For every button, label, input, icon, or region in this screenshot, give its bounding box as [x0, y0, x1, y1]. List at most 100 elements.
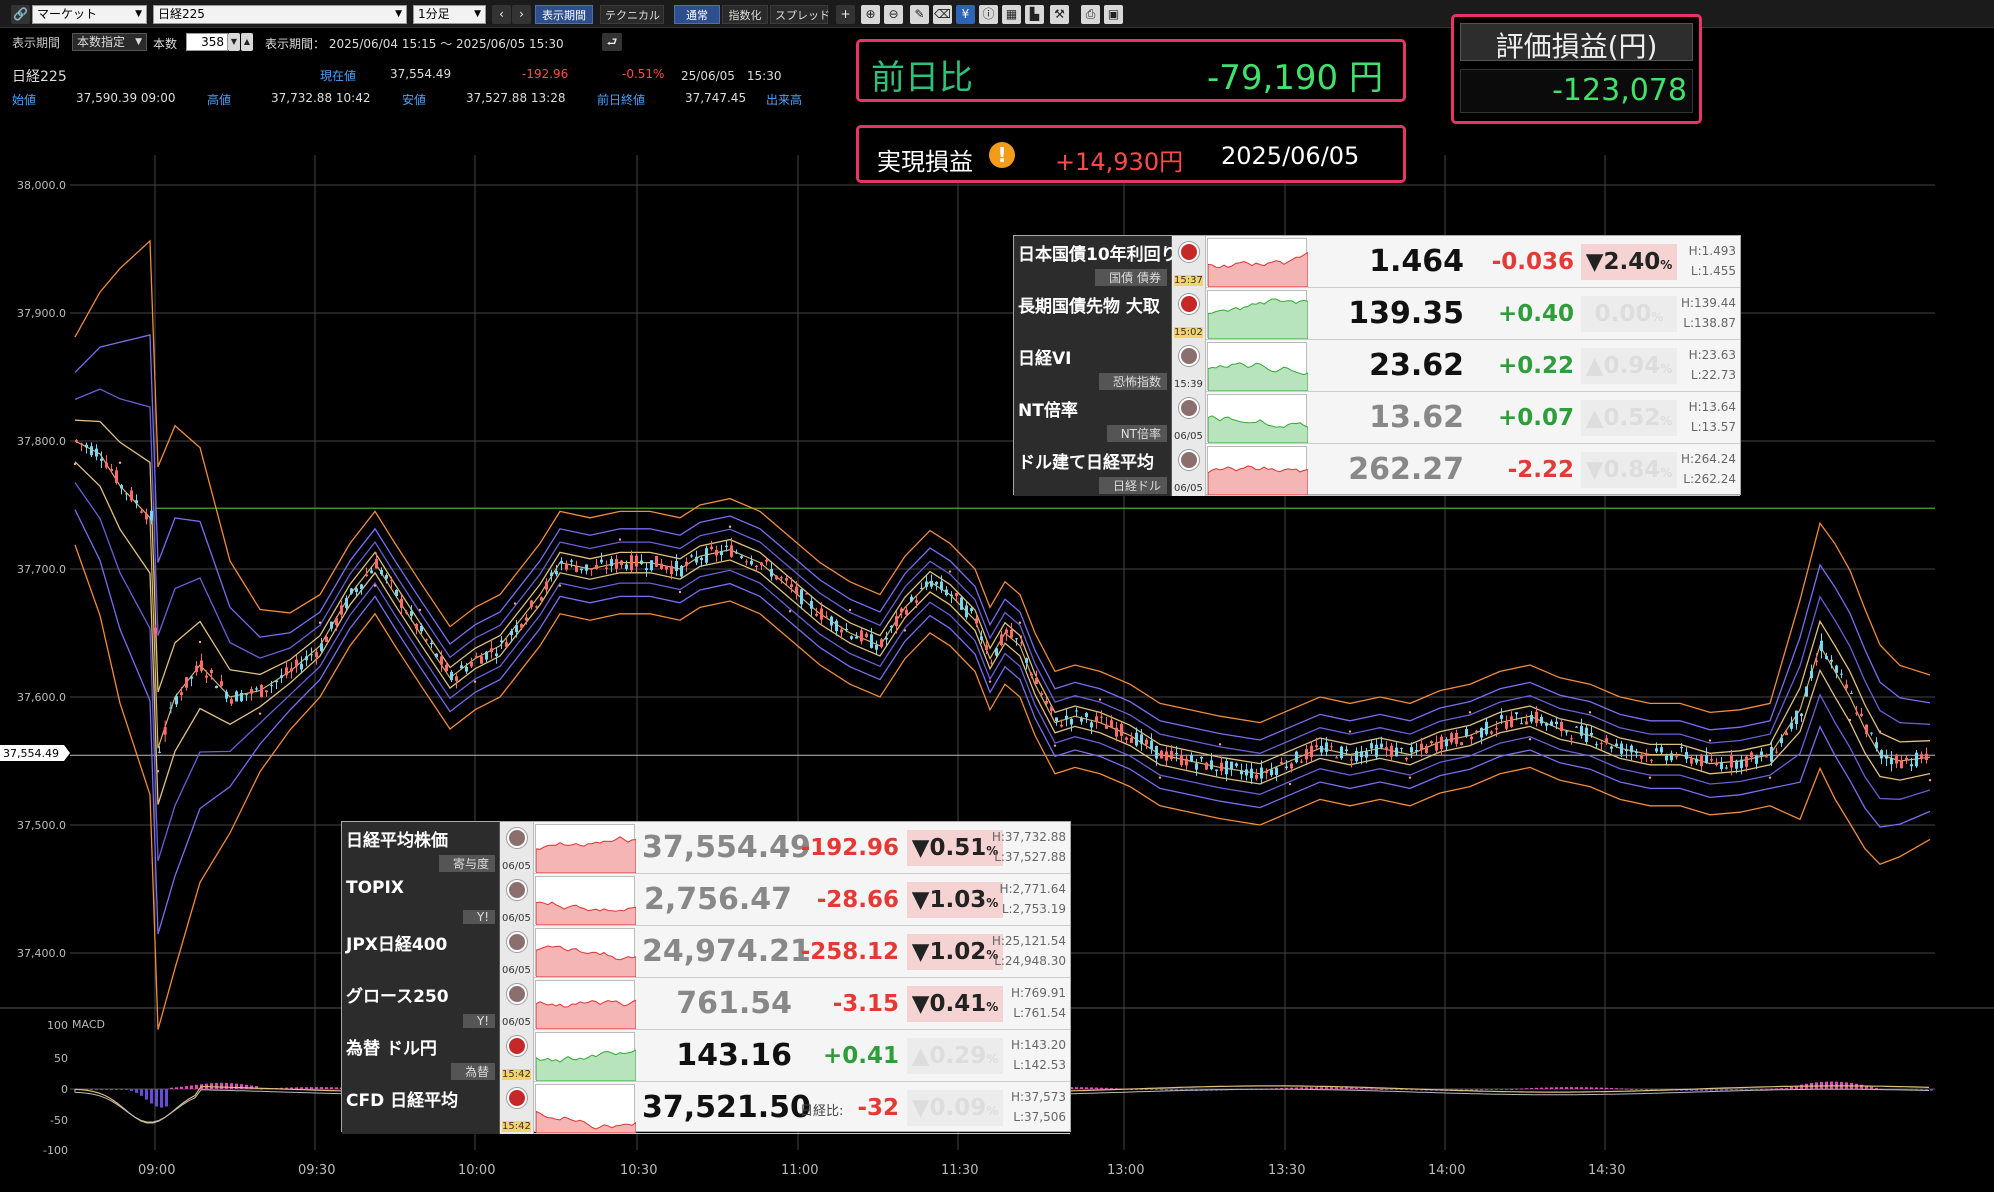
market-status-cell: 06/05	[1172, 392, 1206, 444]
count-stepper-down-icon[interactable]: ▼	[228, 33, 240, 51]
window-icon[interactable]: ▣	[1104, 5, 1123, 24]
candle-body	[670, 565, 673, 575]
market-row[interactable]: 長期国債先物 大取 15:02 139.35 +0.40 0.00% H:139.44 L:…	[1014, 288, 1740, 340]
macd-bar	[140, 1089, 143, 1096]
candle-body	[1900, 760, 1903, 769]
market-sub-button[interactable]: Y!	[462, 910, 495, 924]
market-value: 1.464	[1369, 244, 1464, 279]
macd-bar	[1395, 1089, 1398, 1090]
spread-button[interactable]: スプレッド	[770, 5, 830, 24]
chevron-right-icon[interactable]: ›	[512, 5, 531, 24]
return-icon[interactable]: ⮐	[602, 33, 622, 51]
candle-body	[1740, 759, 1743, 769]
macd-bar	[220, 1082, 223, 1089]
candle-body	[885, 637, 888, 640]
crosshair-icon[interactable]: +	[836, 5, 855, 24]
normal-button[interactable]: 通常	[674, 5, 720, 24]
candle-body	[1045, 701, 1048, 704]
technical-button[interactable]: テクニカル	[600, 5, 664, 24]
candle-body	[1485, 721, 1488, 735]
link-icon[interactable]: 🔗	[11, 5, 30, 24]
price-tick: 37,400.0	[17, 947, 66, 960]
candle-body	[1795, 710, 1798, 724]
market-sub-button[interactable]: 恐怖指数	[1098, 373, 1167, 390]
market-row[interactable]: ドル建て日経平均 日経ドル 06/05 262.27 -2.22 ▼0.84% H:264.…	[1014, 444, 1740, 496]
period-button[interactable]: 表示期間	[535, 5, 593, 24]
index-button[interactable]: 指数化	[722, 5, 768, 24]
candle-body	[1055, 717, 1058, 722]
candle-body	[1640, 754, 1643, 759]
candle-body	[605, 567, 608, 569]
macd-bar	[1375, 1088, 1378, 1090]
candle-body	[990, 662, 993, 664]
yen-icon[interactable]: ¥	[956, 5, 975, 24]
status-dot-icon	[1179, 242, 1199, 262]
candle-body	[930, 580, 933, 587]
sar-dot	[1408, 776, 1412, 779]
info-icon[interactable]: ⓘ	[979, 5, 998, 24]
market-sub-button[interactable]: 為替	[450, 1063, 495, 1080]
zoom-out-icon[interactable]: ⊖	[884, 5, 903, 24]
market-row[interactable]: CFD 日経平均 15:42 37,521.50 日経比: -32 ▼0.09% H:37,…	[342, 1082, 1070, 1134]
market-row[interactable]: JPX日経400 06/05 24,974.21 -258.12 ▼1.02% H:25,…	[342, 926, 1070, 978]
market-sub-button[interactable]: NT倍率	[1106, 425, 1167, 442]
count-stepper-up-icon[interactable]: ▲	[241, 33, 253, 51]
market-row[interactable]: 日経VI 恐怖指数 15:39 23.62 +0.22 ▲0.94% H:23.63 L:22…	[1014, 340, 1740, 392]
timeframe-select[interactable]: 1分足 ▼	[413, 5, 486, 24]
market-row[interactable]: NT倍率 NT倍率 06/05 13.62 +0.07 ▲0.52% H:13.64 L:13…	[1014, 392, 1740, 444]
candle-body	[905, 609, 908, 615]
wrench-icon[interactable]: ⚒	[1050, 5, 1069, 24]
candle-body	[1250, 768, 1253, 779]
candle-body	[1590, 732, 1593, 736]
market-high: H:2,771.64	[999, 882, 1066, 896]
candle-body	[1050, 706, 1053, 711]
candle-body	[395, 589, 398, 596]
macd-bar	[1710, 1089, 1713, 1091]
price-tick: 37,900.0	[17, 307, 66, 320]
candle-body	[660, 563, 663, 569]
market-change: -28.66	[816, 887, 899, 913]
candle-body	[650, 560, 653, 571]
count-input[interactable]: 358	[186, 33, 228, 51]
candle-body	[560, 560, 563, 564]
candle-body	[265, 690, 268, 693]
print-icon[interactable]: ⎙	[1081, 5, 1100, 24]
chevron-left-icon[interactable]: ‹	[492, 5, 511, 24]
candle-body	[440, 656, 443, 665]
candle-body	[1650, 759, 1653, 761]
calculator-icon[interactable]: ▦	[1002, 5, 1021, 24]
candle-body	[1495, 728, 1498, 730]
market-sub-button[interactable]: 日経ドル	[1098, 477, 1167, 494]
market-sub-button[interactable]: 寄与度	[438, 855, 495, 872]
sar-dot	[558, 584, 562, 587]
eraser-icon[interactable]: ⌫	[933, 5, 952, 24]
candle-body	[1575, 726, 1578, 728]
candle-body	[1125, 737, 1128, 740]
candle-body	[995, 648, 998, 656]
candle-body	[1465, 729, 1468, 737]
candle-body	[1395, 747, 1398, 757]
pencil-icon[interactable]: ✎	[910, 5, 929, 24]
candle-body	[290, 668, 293, 672]
zoom-in-icon[interactable]: ⊕	[861, 5, 880, 24]
symbol-select[interactable]: 日経225 ▼	[153, 5, 407, 24]
market-select[interactable]: マーケット ▼	[32, 5, 147, 24]
market-row[interactable]: 為替 ドル円 為替 15:42 143.16 +0.41 ▲0.29% H:143.20 L:…	[342, 1030, 1070, 1082]
market-row[interactable]: グロース250 Y! 06/05 761.54 -3.15 ▼0.41% H:769.91 L…	[342, 978, 1070, 1030]
market-sub-button[interactable]: 国債 債券	[1095, 269, 1167, 286]
bar-chart-icon[interactable]: ▙	[1025, 5, 1044, 24]
market-row[interactable]: 日経平均株価 寄与度 06/05 37,554.49 -192.96 ▼0.51% H:37…	[342, 822, 1070, 874]
period-label: 表示期間	[12, 36, 61, 50]
warning-icon[interactable]: !	[989, 142, 1015, 168]
candle-body	[430, 642, 433, 645]
candle-body	[1685, 751, 1688, 760]
candle-body	[1330, 746, 1333, 748]
macd-bar	[150, 1089, 153, 1104]
market-row[interactable]: TOPIX Y! 06/05 2,756.47 -28.66 ▼1.03% H:2,771.…	[342, 874, 1070, 926]
sar-dot	[903, 629, 907, 632]
market-row[interactable]: 日本国債10年利回り 国債 債券 15:37 1.464 -0.036 ▼2.40% H:1…	[1014, 236, 1740, 288]
market-sub-button[interactable]: Y!	[462, 1014, 495, 1028]
sparkline-chart	[1207, 465, 1309, 496]
sparkline-chart	[1207, 362, 1309, 392]
count-type-select[interactable]: 本数指定 ▼	[72, 33, 147, 51]
